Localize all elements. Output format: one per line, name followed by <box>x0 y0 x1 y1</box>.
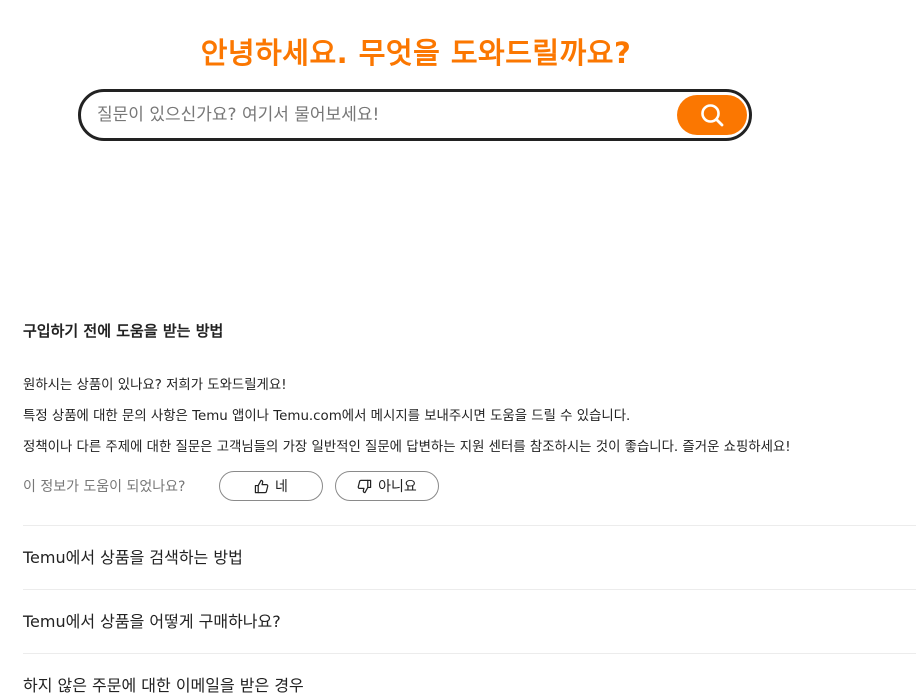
answer-line: 특정 상품에 대한 문의 사항은 Temu 앱이나 Temu.com에서 메시지… <box>23 409 631 424</box>
helpful-no-button[interactable]: 아니요 <box>335 471 439 501</box>
hero-title: 안녕하세요. 무엇을 도와드릴까요? <box>200 36 632 70</box>
faq-section: 구입하기 전에 도움을 받는 방법 원하시는 상품이 있나요? 저희가 도와드릴… <box>23 316 916 697</box>
helpful-yes-button[interactable]: 네 <box>219 471 323 501</box>
faq-item[interactable]: 하지 않은 주문에 대한 이메일을 받은 경우 <box>23 654 916 697</box>
feedback-row: 이 정보가 도움이 되었나요? 네 아니요 <box>23 469 916 503</box>
answer-line: 정책이나 다른 주제에 대한 질문은 고객님들의 가장 일반적인 질문에 답변하… <box>23 440 791 455</box>
search-button[interactable] <box>677 95 747 135</box>
search-input[interactable] <box>97 92 667 138</box>
faq-item[interactable]: Temu에서 상품을 어떻게 구매하나요? <box>23 590 916 653</box>
helpful-yes-label: 네 <box>275 479 288 495</box>
faq-question[interactable]: 구입하기 전에 도움을 받는 방법 <box>23 316 916 346</box>
helpful-no-label: 아니요 <box>378 479 417 495</box>
faq-answer: 원하시는 상품이 있나요? 저희가 도와드릴게요! 특정 상품에 대한 문의 사… <box>23 370 916 463</box>
faq-item[interactable]: Temu에서 상품을 검색하는 방법 <box>23 526 916 589</box>
search-bar <box>78 89 752 141</box>
search-icon <box>699 102 725 128</box>
thumbs-down-icon <box>357 479 378 494</box>
faq-item-expanded: 구입하기 전에 도움을 받는 방법 원하시는 상품이 있나요? 저희가 도와드릴… <box>23 316 916 503</box>
feedback-question: 이 정보가 도움이 되었나요? <box>23 479 186 495</box>
answer-line: 원하시는 상품이 있나요? 저희가 도와드릴게요! <box>23 378 287 393</box>
thumbs-up-icon <box>254 479 275 494</box>
help-center-page: 안녕하세요. 무엇을 도와드릴까요? 구입하기 전에 도움을 받는 방법 원하시… <box>0 0 916 697</box>
